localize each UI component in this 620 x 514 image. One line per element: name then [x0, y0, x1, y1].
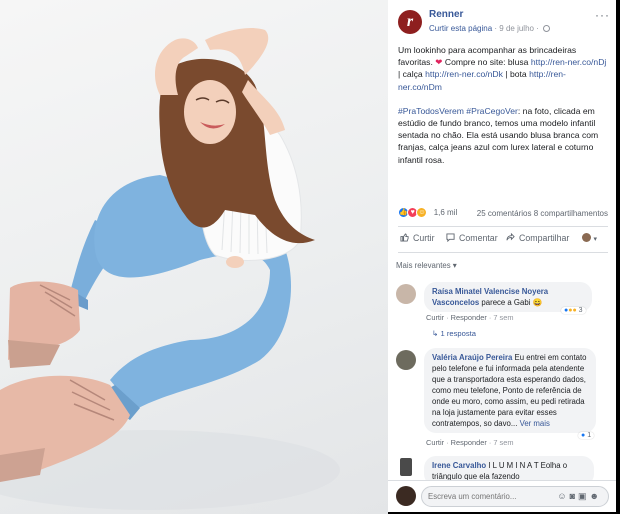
share-icon — [506, 233, 515, 241]
comment-icon — [446, 233, 455, 242]
user-avatar-small — [582, 233, 591, 242]
viewer-frame: r Renner Curtir esta página · 9 de julho… — [0, 0, 620, 514]
share-label: Compartilhar — [519, 233, 570, 243]
photo-illustration — [0, 28, 340, 510]
post-date[interactable]: 9 de julho — [499, 24, 534, 33]
comment-bubble: Valéria Araújo Pereira Eu entrei em cont… — [424, 348, 596, 433]
like-button[interactable]: Curtir — [400, 233, 435, 243]
share-count[interactable]: 8 compartilhamentos — [534, 209, 608, 218]
sticker-icon[interactable]: ☻ — [590, 491, 602, 501]
public-globe-icon — [543, 25, 551, 32]
post-photo[interactable] — [0, 0, 388, 514]
comment-sort[interactable]: Mais relevantes ▾ — [396, 261, 457, 270]
react-as-selector[interactable]: ▾ — [582, 233, 597, 243]
comment-like-link[interactable]: Curtir — [426, 438, 444, 447]
reaction-count[interactable]: 1,6 mil — [434, 208, 458, 217]
divider — [398, 252, 608, 253]
divider — [398, 226, 608, 227]
post-paragraph-1: Um lookinho para acompanhar as brincadei… — [398, 44, 608, 93]
comment-reaction-count: 3 — [578, 307, 583, 314]
follow-page-link[interactable]: Curtir esta página — [429, 24, 492, 33]
pants-label: | calça — [398, 69, 423, 80]
post-text: Um lookinho para acompanhar as brincadei… — [398, 44, 608, 178]
post-paragraph-2: #PraTodosVerem #PraCegoVer: na foto, cli… — [398, 105, 608, 166]
comment-label: Comentar — [459, 233, 498, 243]
shirt-link[interactable]: http://ren-ner.co/nDj — [531, 57, 606, 67]
gif-icon[interactable]: ▣ — [578, 491, 590, 501]
commenter-avatar[interactable] — [396, 350, 416, 370]
commenter-avatar[interactable] — [400, 458, 412, 476]
comment-reaction-count: 1 — [587, 432, 592, 439]
post-shop-text: Compre no site: blusa — [444, 57, 529, 68]
like-label: Curtir — [413, 233, 435, 243]
like-reaction-icon: ● — [581, 432, 586, 439]
meta-separator: · — [536, 24, 542, 33]
post-header: r Renner Curtir esta página · 9 de julho… — [398, 8, 610, 38]
comment-text: parece a Gabi 😄 — [481, 298, 543, 307]
comment-author[interactable]: Valéria Araújo Pereira — [432, 353, 512, 362]
see-more-link[interactable]: Ver mais — [520, 419, 550, 428]
heart-emoji: ❤ — [435, 57, 443, 68]
comment-reply-link[interactable]: Responder — [451, 313, 487, 322]
page-avatar[interactable]: r — [398, 10, 422, 34]
comment-actions: Curtir · Responder · 7 sem — [426, 313, 514, 322]
comment-time[interactable]: 7 sem — [493, 438, 513, 447]
post-meta: Curtir esta página · 9 de julho · — [429, 24, 551, 33]
comment-input[interactable] — [428, 489, 538, 504]
page-name[interactable]: Renner — [429, 9, 463, 20]
comment-reply-link[interactable]: Responder — [451, 438, 487, 447]
comment-reactions[interactable]: ●●● 3 — [561, 307, 586, 314]
pants-link[interactable]: http://ren-ner.co/nDk — [425, 69, 503, 79]
comment-count[interactable]: 25 comentários — [477, 209, 532, 218]
scrollbar[interactable] — [616, 0, 620, 514]
camera-icon[interactable]: ◙ — [570, 491, 578, 501]
comment-author[interactable]: Irene Carvalho — [432, 461, 486, 470]
view-replies-link[interactable]: ↳ 1 resposta — [432, 329, 476, 338]
chevron-down-icon: ▾ — [593, 236, 597, 243]
more-options-icon[interactable]: ··· — [595, 8, 610, 22]
comment-reactions[interactable]: ● 1 — [578, 432, 595, 439]
haha-reaction-icon: ☺ — [416, 207, 428, 218]
comment-button[interactable]: Comentar — [446, 233, 498, 243]
comment-actions: Curtir · Responder · 7 sem — [426, 438, 514, 447]
hashtags[interactable]: #PraTodosVerem #PraCegoVer — [398, 106, 518, 116]
post-panel: r Renner Curtir esta página · 9 de julho… — [388, 0, 616, 512]
reactions-bar: 👍 ♥ ☺ 1,6 mil 25 comentários 8 compartil… — [398, 207, 608, 223]
comment-input-box[interactable]: ☺◙▣☻ — [421, 486, 609, 507]
thumb-up-icon — [400, 233, 409, 242]
comment-like-link[interactable]: Curtir — [426, 313, 444, 322]
comment-composer: ☺◙▣☻ — [388, 480, 616, 512]
emoji-icon[interactable]: ☺ — [557, 491, 569, 501]
current-user-avatar[interactable] — [396, 486, 416, 506]
comment-item: Raísa Minatel Valencise Noyera Vasconcel… — [396, 282, 610, 342]
boots-label: | bota — [505, 69, 527, 80]
share-button[interactable]: Compartilhar — [506, 233, 569, 243]
engagement-counts: 25 comentários 8 compartilhamentos — [477, 209, 608, 218]
replies-count: 1 resposta — [440, 329, 476, 338]
comment-text: Eu entrei em contato pelo telefone e fui… — [432, 353, 587, 428]
comment-item: Irene Carvalho I L U M I N A T Eolha o t… — [396, 456, 610, 486]
post-actions: Curtir Comentar Compartilhar ▾ — [396, 231, 610, 249]
comment-item: Valéria Araújo Pereira Eu entrei em cont… — [396, 348, 610, 448]
commenter-avatar[interactable] — [396, 284, 416, 304]
composer-tools: ☺◙▣☻ — [557, 491, 602, 502]
comment-time[interactable]: 7 sem — [493, 313, 513, 322]
wow-reaction-icon: ● — [572, 307, 577, 314]
